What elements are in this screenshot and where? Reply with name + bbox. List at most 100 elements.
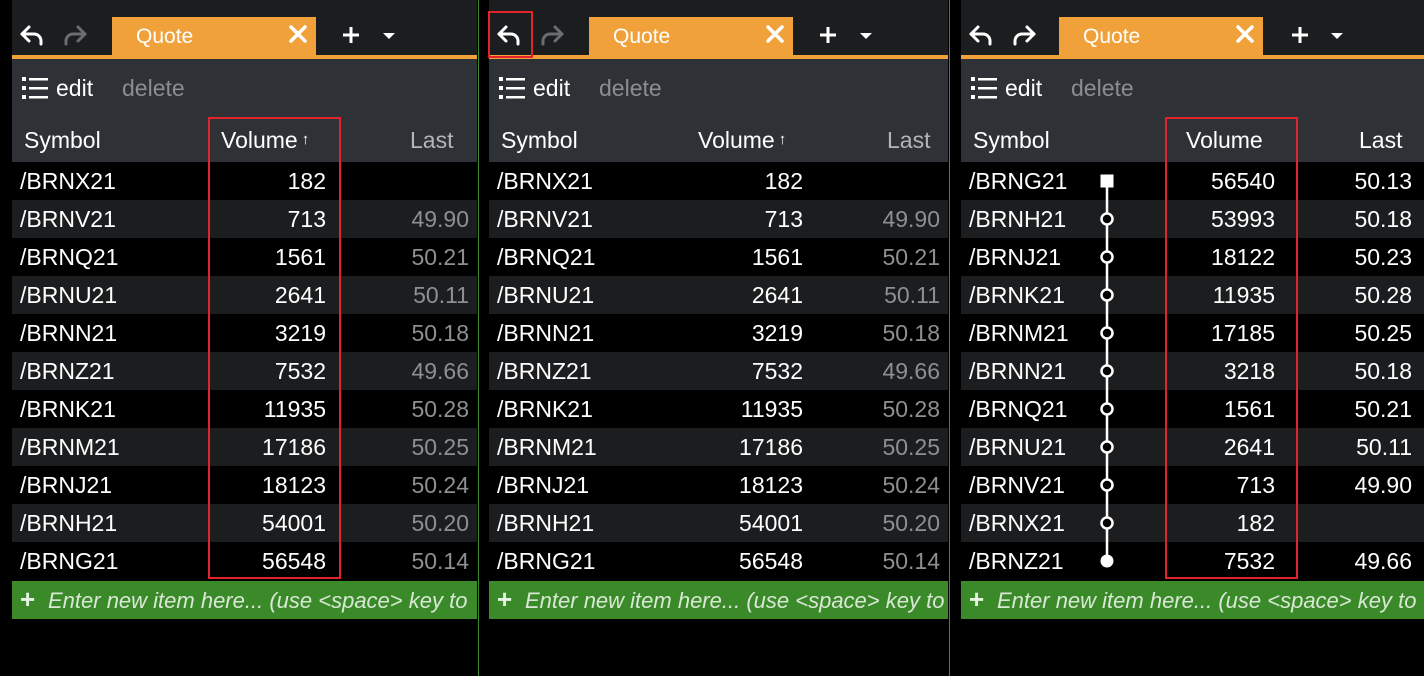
table-row[interactable]: /BRNK21 11935 50.28 — [961, 276, 1424, 314]
redo-button[interactable] — [60, 17, 90, 53]
table-row[interactable]: /BRNN21 3218 50.18 — [961, 352, 1424, 390]
new-item-input[interactable]: + Enter new item here... (use <space> ke… — [12, 581, 477, 619]
column-header-volume[interactable]: Volume — [1186, 127, 1263, 154]
last-price-cell: 49.66 — [1354, 548, 1412, 574]
table-row[interactable]: /BRNV21 713 49.90 — [12, 200, 477, 238]
table-row[interactable]: /BRNZ21 7532 49.66 — [489, 352, 948, 390]
column-header-last[interactable]: Last — [1359, 127, 1402, 154]
chevron-down-icon[interactable] — [1330, 31, 1344, 41]
panel-divider — [478, 0, 479, 676]
close-icon[interactable] — [763, 22, 787, 46]
redo-button[interactable] — [537, 17, 567, 53]
column-header-symbol[interactable]: Symbol — [501, 127, 578, 154]
close-icon[interactable] — [1233, 22, 1257, 46]
table-row[interactable]: /BRNZ21 7532 49.66 — [12, 352, 477, 390]
last-price-cell: 50.25 — [1354, 320, 1412, 346]
last-price-cell: 50.11 — [1356, 434, 1412, 460]
undo-button[interactable] — [494, 17, 524, 53]
list-icon[interactable] — [971, 75, 997, 101]
table-row[interactable]: /BRNZ21 7532 49.66 — [961, 542, 1424, 580]
column-header-volume[interactable]: Volume ↑ — [698, 127, 786, 154]
delete-button[interactable]: delete — [599, 75, 662, 102]
table-row[interactable]: /BRNV21 713 49.90 — [489, 200, 948, 238]
volume-cell: 713 — [287, 206, 326, 232]
symbol-cell: /BRNQ21 — [20, 244, 119, 270]
symbol-cell: /BRNG21 — [20, 548, 119, 574]
last-price-cell: 50.24 — [882, 472, 940, 498]
column-header-last[interactable]: Last — [410, 127, 453, 154]
table-row[interactable]: /BRNQ21 1561 50.21 — [961, 390, 1424, 428]
edit-button[interactable]: edit — [1005, 75, 1042, 102]
delete-button[interactable]: delete — [1071, 75, 1134, 102]
chevron-down-icon[interactable] — [859, 31, 873, 41]
table-row[interactable]: /BRNK21 11935 50.28 — [12, 390, 477, 428]
last-price-cell: 50.14 — [882, 548, 940, 574]
table-row[interactable]: /BRNG21 56548 50.14 — [489, 542, 948, 580]
edit-button[interactable]: edit — [533, 75, 570, 102]
table-row[interactable]: /BRNX21 182 — [489, 162, 948, 200]
table-row[interactable]: /BRNV21 713 49.90 — [961, 466, 1424, 504]
volume-cell: 11935 — [263, 396, 326, 422]
undo-icon — [20, 25, 43, 46]
redo-button[interactable] — [1009, 17, 1039, 53]
add-tab-icon[interactable] — [1291, 26, 1309, 44]
new-item-input[interactable]: + Enter new item here... (use <space> ke… — [489, 581, 948, 619]
table-row[interactable]: /BRNU21 2641 50.11 — [12, 276, 477, 314]
last-price-cell: 49.66 — [882, 358, 940, 384]
volume-cell: 182 — [1236, 510, 1275, 536]
column-header-symbol[interactable]: Symbol — [973, 127, 1050, 154]
symbol-cell: /BRNZ21 — [497, 358, 592, 384]
list-icon[interactable] — [499, 75, 525, 101]
last-price-cell: 50.18 — [411, 320, 469, 346]
table-row[interactable]: /BRNU21 2641 50.11 — [961, 428, 1424, 466]
table-row[interactable]: /BRNX21 182 — [961, 504, 1424, 542]
timeline-step-marker — [1100, 402, 1114, 416]
table-row[interactable]: /BRNG21 56540 50.13 — [961, 162, 1424, 200]
panel-header: Quote — [489, 0, 948, 59]
table-row[interactable]: /BRNH21 54001 50.20 — [12, 504, 477, 542]
symbol-cell: /BRNK21 — [969, 282, 1065, 308]
table-row[interactable]: /BRNM21 17186 50.25 — [12, 428, 477, 466]
table-row[interactable]: /BRNM21 17186 50.25 — [489, 428, 948, 466]
new-item-input[interactable]: + Enter new item here... (use <space> ke… — [961, 581, 1424, 619]
symbol-cell: /BRNJ21 — [20, 472, 113, 498]
table-row[interactable]: /BRNK21 11935 50.28 — [489, 390, 948, 428]
table-row[interactable]: /BRNJ21 18123 50.24 — [12, 466, 477, 504]
column-header-symbol[interactable]: Symbol — [24, 127, 101, 154]
symbol-cell: /BRNJ21 — [969, 244, 1062, 270]
undo-button[interactable] — [17, 17, 47, 53]
table-row[interactable]: /BRNJ21 18123 50.24 — [489, 466, 948, 504]
volume-cell: 11935 — [1212, 282, 1275, 308]
list-icon[interactable] — [22, 75, 48, 101]
column-header-volume[interactable]: Volume ↑ — [221, 127, 309, 154]
table-row[interactable]: /BRNQ21 1561 50.21 — [489, 238, 948, 276]
undo-button[interactable] — [966, 17, 996, 53]
close-icon[interactable] — [286, 22, 310, 46]
tab-quote[interactable]: Quote — [589, 17, 793, 55]
symbol-cell: /BRNV21 — [20, 206, 116, 232]
table-row[interactable]: /BRNH21 53993 50.18 — [961, 200, 1424, 238]
table-row[interactable]: /BRNQ21 1561 50.21 — [12, 238, 477, 276]
timeline-step-marker — [1100, 364, 1114, 378]
table-row[interactable]: /BRNM21 17185 50.25 — [961, 314, 1424, 352]
delete-button[interactable]: delete — [122, 75, 185, 102]
tab-quote[interactable]: Quote — [112, 17, 316, 55]
column-header-row: Symbol Volume ↑ Last — [12, 118, 477, 162]
volume-cell: 713 — [1236, 472, 1275, 498]
table-row[interactable]: /BRNU21 2641 50.11 — [489, 276, 948, 314]
table-row[interactable]: /BRNN21 3219 50.18 — [489, 314, 948, 352]
add-tab-icon[interactable] — [819, 26, 837, 44]
edit-button[interactable]: edit — [56, 75, 93, 102]
table-row[interactable]: /BRNH21 54001 50.20 — [489, 504, 948, 542]
volume-cell: 1561 — [751, 244, 803, 270]
add-tab-icon[interactable] — [342, 26, 360, 44]
last-price-cell: 49.66 — [411, 358, 469, 384]
tab-quote[interactable]: Quote — [1059, 17, 1263, 55]
table-row[interactable]: /BRNJ21 18122 50.23 — [961, 238, 1424, 276]
table-row[interactable]: /BRNX21 182 — [12, 162, 477, 200]
chevron-down-icon[interactable] — [382, 31, 396, 41]
column-header-last[interactable]: Last — [887, 127, 930, 154]
symbol-cell: /BRNX21 — [20, 168, 116, 194]
table-row[interactable]: /BRNG21 56548 50.14 — [12, 542, 477, 580]
table-row[interactable]: /BRNN21 3219 50.18 — [12, 314, 477, 352]
